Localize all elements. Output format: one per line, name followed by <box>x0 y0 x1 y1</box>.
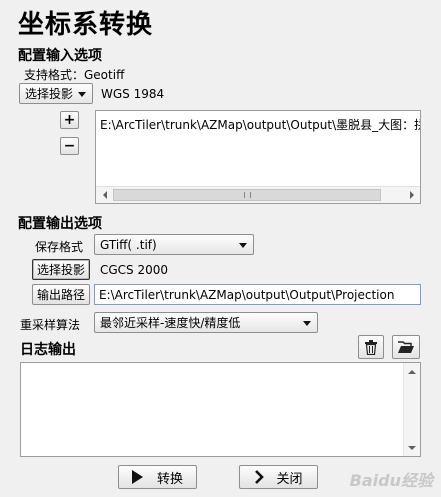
chevron-right-icon <box>409 191 414 199</box>
play-icon <box>131 470 143 484</box>
output-section-heading: 配置输出选项 <box>18 216 102 232</box>
save-format-value: GTiff( .tif) <box>100 237 157 252</box>
output-path-value: E:\ArcTiler\trunk\AZMap\output\Output\Pr… <box>99 287 395 302</box>
add-file-button[interactable]: + <box>60 111 79 129</box>
chevron-right-icon <box>255 470 265 484</box>
grip-icon <box>243 192 251 198</box>
scroll-up-button[interactable] <box>404 363 420 380</box>
watermark-logo: Baidu经验 <box>349 471 433 490</box>
chevron-down-icon <box>303 320 311 326</box>
input-section-heading: 配置输入选项 <box>18 48 102 64</box>
output-projection-button[interactable]: 选择投影 <box>32 259 90 280</box>
chevron-up-icon <box>408 369 416 374</box>
resample-label: 重采样算法 <box>20 318 81 332</box>
clear-log-button[interactable] <box>358 335 384 359</box>
horizontal-scroll-thumb[interactable] <box>113 189 381 201</box>
output-path-input[interactable]: E:\ArcTiler\trunk\AZMap\output\Output\Pr… <box>94 284 421 305</box>
open-log-folder-button[interactable] <box>392 335 420 359</box>
resample-value: 最邻近采样-速度快/精度低 <box>100 316 241 330</box>
chevron-down-icon <box>239 242 247 248</box>
support-format-text: 支持格式：Geotiff <box>24 68 125 82</box>
convert-button-label: 转换 <box>156 471 183 487</box>
input-projection-value: WGS 1984 <box>101 87 165 101</box>
remove-file-button[interactable]: − <box>60 137 79 155</box>
window-title: 坐标系转换 <box>18 10 154 40</box>
horizontal-scrollbar[interactable] <box>96 186 420 203</box>
trash-icon <box>365 339 377 355</box>
output-projection-value: CGCS 2000 <box>100 263 169 277</box>
output-path-button-label: 输出路径 <box>36 288 85 302</box>
save-format-label: 保存格式 <box>35 240 84 254</box>
minus-icon: − <box>63 138 76 154</box>
scroll-down-button[interactable] <box>404 439 420 456</box>
plus-icon: + <box>63 112 76 128</box>
input-projection-dropdown-label: 选择投影 <box>25 87 74 101</box>
input-projection-dropdown[interactable]: 选择投影 <box>19 83 93 104</box>
output-path-button[interactable]: 输出路径 <box>32 284 90 305</box>
resample-dropdown[interactable]: 最邻近采样-速度快/精度低 <box>94 312 318 333</box>
log-section-heading: 日志输出 <box>20 342 76 358</box>
save-format-dropdown[interactable]: GTiff( .tif) <box>94 234 254 255</box>
chevron-down-icon <box>78 91 86 97</box>
folder-open-icon <box>398 341 414 353</box>
chevron-left-icon <box>102 191 107 199</box>
convert-button[interactable]: 转换 <box>118 465 197 489</box>
output-projection-button-label: 选择投影 <box>36 263 85 277</box>
scroll-left-button[interactable] <box>96 187 113 203</box>
scroll-right-button[interactable] <box>403 187 420 203</box>
close-button[interactable]: 关闭 <box>239 465 318 489</box>
log-output-area[interactable] <box>20 362 421 457</box>
input-file-list[interactable]: E:\ArcTiler\trunk\AZMap\output\Output\墨脱… <box>95 110 421 204</box>
chevron-down-icon <box>408 445 416 450</box>
close-button-label: 关闭 <box>276 471 303 487</box>
vertical-scrollbar[interactable] <box>403 363 420 456</box>
list-item[interactable]: E:\ArcTiler\trunk\AZMap\output\Output\墨脱… <box>100 116 420 133</box>
